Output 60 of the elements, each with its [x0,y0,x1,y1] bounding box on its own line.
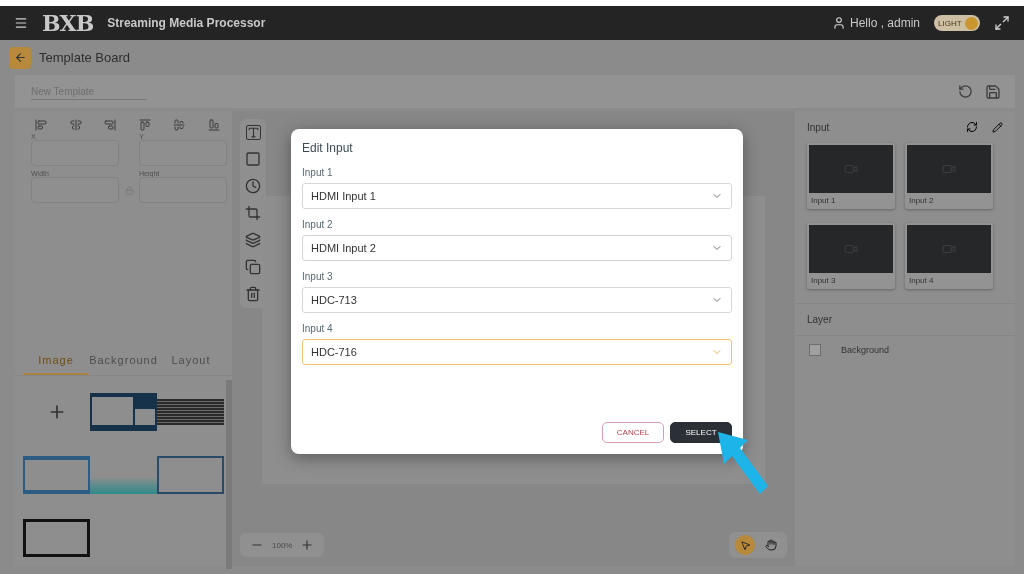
copy-icon[interactable] [245,259,261,275]
crop-icon[interactable] [245,205,261,221]
align-middle-icon[interactable] [173,119,186,131]
input-card[interactable]: Input 1 [807,143,895,209]
menu-icon[interactable] [14,16,28,30]
app-title: Streaming Media Processor [107,16,266,30]
input-label: Input 2 [908,196,935,205]
select-button[interactable]: SELECT [670,422,732,443]
align-center-icon[interactable] [69,119,82,131]
theme-toggle[interactable]: LIGHT [934,15,980,31]
panel-title: Layer [807,314,832,325]
image-thumbnail[interactable] [23,518,90,557]
refresh-button[interactable] [958,84,973,99]
greeting: Hello , admin [849,16,920,30]
clock-icon[interactable] [245,178,261,194]
input-label: Input 1 [810,196,837,205]
logo-thumbnail[interactable] [157,398,224,425]
logo: BXB [42,10,94,36]
image-thumbnail[interactable] [157,455,224,494]
dialog-title: Edit Input [302,141,354,155]
layer-name: Background [841,345,890,355]
select-label: Input 2 [302,219,334,230]
back-arrow-icon [13,51,27,64]
save-button[interactable] [985,83,1001,100]
align-left-icon[interactable] [35,119,47,131]
align-bottom-icon[interactable] [207,119,220,131]
delete-icon[interactable] [245,286,261,302]
page-title: Template Board [39,50,131,65]
align-top-icon[interactable] [138,119,151,131]
zoom-level: 100% [272,540,293,550]
pointer-icon [739,539,751,551]
zoom-in-icon[interactable] [300,538,315,552]
fullscreen-icon[interactable] [994,15,1010,31]
rectangle-icon[interactable] [245,151,261,167]
input-select[interactable]: HDC-716 [302,339,732,365]
image-thumbnail[interactable] [90,392,157,431]
refresh-icon[interactable] [966,121,978,133]
input-label: Input 4 [908,276,935,285]
back-button[interactable] [9,46,31,69]
hand-icon [765,539,777,551]
mode-button[interactable] [735,535,755,555]
edit-icon[interactable] [992,121,1003,133]
cancel-button[interactable]: CANCEL [602,422,664,443]
select-label: Input 4 [302,323,334,334]
select-label: Input 3 [302,271,334,282]
align-right-icon[interactable] [104,119,117,131]
input-label: Input 3 [810,276,837,285]
input-select[interactable]: HDC-713 [302,287,732,313]
layer-checkbox[interactable] [809,344,821,356]
select-label: Input 1 [302,167,334,178]
input-card[interactable]: Input 2 [905,143,993,209]
input-card[interactable]: Input 3 [807,223,895,289]
panel-title: Input [807,121,830,133]
user-icon [831,16,846,30]
text-icon[interactable] [245,125,261,140]
input-card[interactable]: Input 4 [905,223,993,289]
input-select[interactable]: HDMI Input 1 [302,183,732,209]
input-select[interactable]: HDMI Input 2 [302,235,732,261]
layers-icon[interactable] [245,232,261,248]
image-thumbnail[interactable] [23,455,90,494]
